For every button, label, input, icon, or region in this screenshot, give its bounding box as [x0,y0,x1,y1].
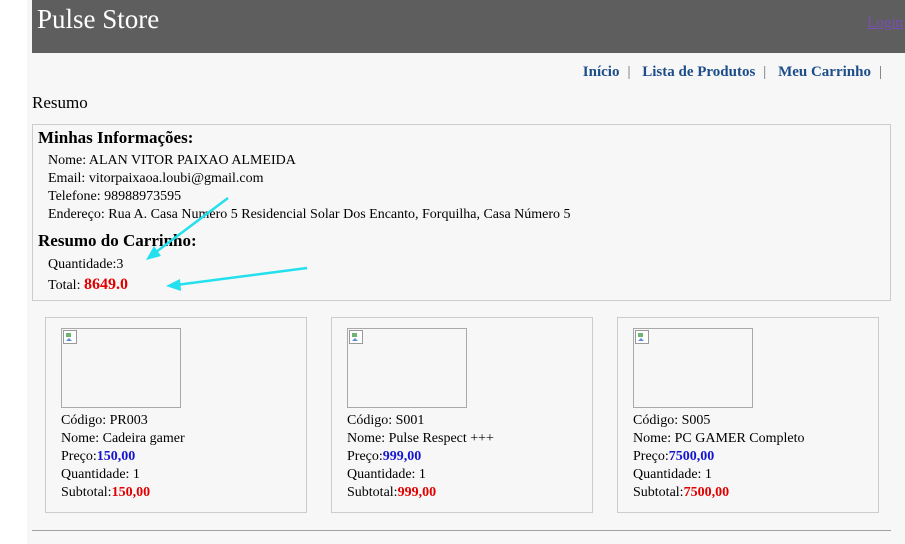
product-code-label: Código: [347,413,396,428]
brand-title: Pulse Store [37,4,160,34]
info-address-value: Rua A. Casa Numero 5 Residencial Solar D… [108,207,571,222]
info-phone-label: Telefone: [48,189,105,204]
product-card: Código: S001 Nome: Pulse Respect +++ Pre… [331,317,593,513]
nav-separator: | [763,64,767,80]
product-code-label: Código: [633,413,682,428]
info-address: Endereço: Rua A. Casa Numero 5 Residenci… [48,207,571,223]
product-name-value: Cadeira gamer [102,431,185,446]
cart-total: Total: 8649.0 [48,276,128,294]
product-image [347,328,467,408]
product-code: Código: PR003 [61,413,148,429]
product-name-label: Nome: [633,431,675,446]
info-address-label: Endereço: [48,207,109,222]
site-header: Pulse Store Login [32,0,905,53]
product-quantity-label: Quantidade: [61,467,133,482]
page-background: Pulse Store Login Início | Lista de Produ… [27,0,905,544]
product-quantity-label: Quantidade: [347,467,419,482]
product-name-value: PC GAMER Completo [674,431,805,446]
product-subtotal-label: Subtotal: [633,485,684,500]
product-code-value: S005 [681,413,711,428]
product-code-value: PR003 [109,413,148,428]
product-price-label: Preço: [633,449,669,464]
info-name-value: ALAN VITOR PAIXAO ALMEIDA [88,153,296,168]
product-price: Preço:999,00 [347,449,421,465]
product-name: Nome: Cadeira gamer [61,431,185,447]
info-name-label: Nome: [48,153,89,168]
nav-meu-carrinho[interactable]: Meu Carrinho [778,64,871,80]
info-email-label: Email: [48,171,89,186]
product-price-value: 999,00 [382,449,422,464]
product-quantity-value: 1 [418,467,426,482]
product-subtotal: Subtotal:999,00 [347,485,436,501]
nav-lista-produtos[interactable]: Lista de Produtos [642,64,755,80]
product-subtotal: Subtotal:7500,00 [633,485,729,501]
product-subtotal-label: Subtotal: [347,485,398,500]
product-subtotal-value: 999,00 [397,485,437,500]
product-card: Código: S005 Nome: PC GAMER Completo Pre… [617,317,879,513]
info-email: Email: vitorpaixaoa.loubi@gmail.com [48,171,263,187]
info-heading: Minhas Informações: [38,128,194,147]
login-link[interactable]: Login [867,15,903,32]
product-name-value: Pulse Respect +++ [388,431,494,446]
product-subtotal: Subtotal:150,00 [61,485,150,501]
info-name: Nome: ALAN VITOR PAIXAO ALMEIDA [48,153,296,169]
product-image [61,328,181,408]
product-quantity-label: Quantidade: [633,467,705,482]
summary-box: Minhas Informações: Nome: ALAN VITOR PAI… [32,124,891,301]
product-quantity-value: 1 [704,467,712,482]
product-price-label: Preço: [61,449,97,464]
product-quantity: Quantidade: 1 [633,467,712,483]
cart-quantity: Quantidade:3 [48,257,123,273]
cart-heading: Resumo do Carrinho: [38,231,197,250]
product-name-label: Nome: [61,431,103,446]
broken-image-icon [63,330,77,344]
broken-image-icon [635,330,649,344]
main-nav: Início | Lista de Produtos | Meu Carrinho | [583,64,890,81]
nav-inicio[interactable]: Início [583,64,620,80]
product-price-label: Preço: [347,449,383,464]
product-price: Preço:7500,00 [633,449,714,465]
footer-divider [32,530,891,531]
product-image [633,328,753,408]
cart-total-label: Total: [48,278,84,293]
product-name: Nome: PC GAMER Completo [633,431,805,447]
product-price: Preço:150,00 [61,449,135,465]
page-title: Resumo [32,93,88,112]
product-quantity-value: 1 [132,467,140,482]
product-subtotal-value: 150,00 [111,485,151,500]
product-code: Código: S005 [633,413,710,429]
product-code-label: Código: [61,413,110,428]
info-email-value: vitorpaixaoa.loubi@gmail.com [88,171,264,186]
product-price-value: 150,00 [96,449,136,464]
broken-image-icon [349,330,363,344]
cart-quantity-value: 3 [116,257,124,272]
product-subtotal-value: 7500,00 [683,485,730,500]
product-code-value: S001 [395,413,425,428]
nav-separator: | [878,64,882,80]
product-card: Código: PR003 Nome: Cadeira gamer Preço:… [45,317,307,513]
info-phone-value: 98988973595 [104,189,182,204]
cart-quantity-label: Quantidade: [48,257,117,272]
product-name-label: Nome: [347,431,389,446]
product-quantity: Quantidade: 1 [61,467,140,483]
product-subtotal-label: Subtotal: [61,485,112,500]
product-code: Código: S001 [347,413,424,429]
product-name: Nome: Pulse Respect +++ [347,431,494,447]
product-quantity: Quantidade: 1 [347,467,426,483]
cart-total-value: 8649.0 [83,276,128,293]
product-price-value: 7500,00 [668,449,715,464]
info-phone: Telefone: 98988973595 [48,189,181,205]
nav-separator: | [627,64,631,80]
